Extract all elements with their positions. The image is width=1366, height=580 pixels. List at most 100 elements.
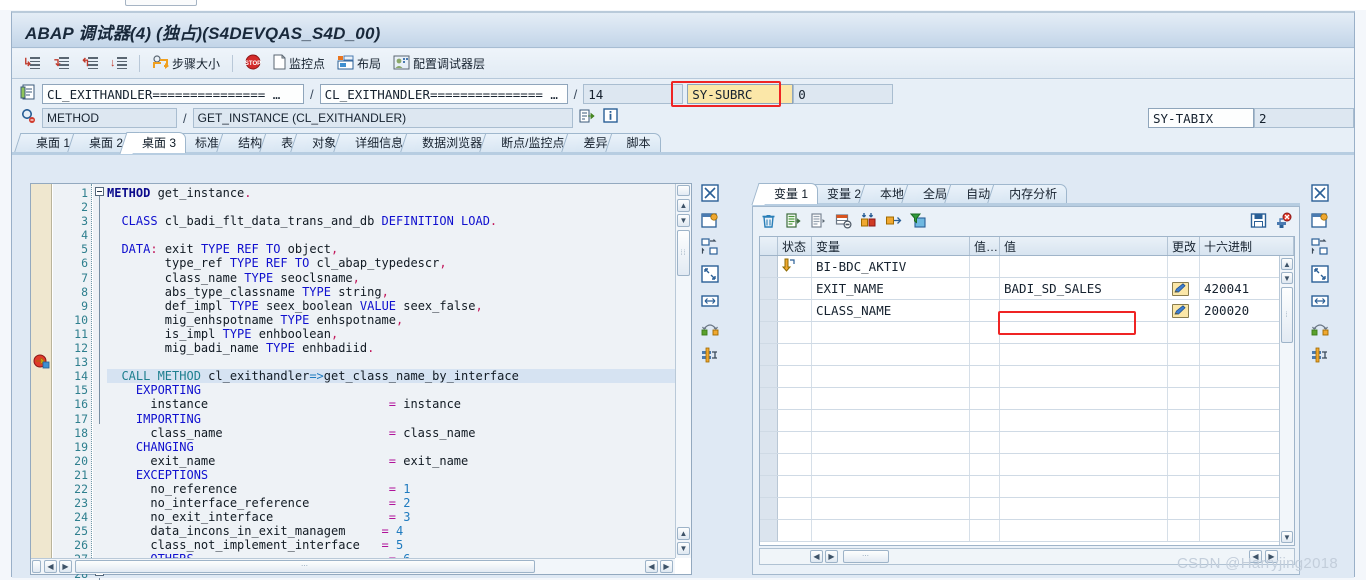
code-scroll-up-button-2[interactable]: ▲ <box>677 527 690 540</box>
code-vertical-scrollbar[interactable]: ▲ ▼ ⁞⁞ ▲ ▼ <box>675 184 691 558</box>
edit-icon[interactable] <box>1172 281 1189 296</box>
step-size-button[interactable]: 步骤大小 <box>147 52 225 76</box>
cell-name[interactable] <box>812 366 970 387</box>
sy-tabix-label-field[interactable]: SY-TABIX <box>1148 108 1254 128</box>
services-icon[interactable] <box>700 318 720 338</box>
code-vsb-thumb[interactable]: ⁞⁞ <box>677 230 690 276</box>
column-header-value[interactable]: 值 <box>1000 237 1168 255</box>
cell-valcol[interactable] <box>970 344 1000 365</box>
code-vsb-top-box[interactable] <box>677 185 690 196</box>
variables-grid-rows[interactable]: BI-BDC_AKTIV EXIT_NAME BADI_SD_SALES 420041… <box>760 256 1294 542</box>
code-fold-column[interactable] <box>93 184 107 580</box>
fold-box-method[interactable] <box>95 187 104 196</box>
cell-status[interactable] <box>778 278 812 299</box>
cell-value[interactable] <box>1000 476 1168 497</box>
code-scroll-right-button[interactable]: ▶ <box>59 560 72 573</box>
cell-change[interactable] <box>1168 388 1200 409</box>
resize-width-icon[interactable] <box>700 291 720 311</box>
cell-value[interactable] <box>1000 520 1168 541</box>
cell-change[interactable] <box>1168 300 1200 321</box>
reset-icon[interactable] <box>1274 211 1293 230</box>
code-line[interactable]: def_impl TYPE seex_boolean VALUE seex_fa… <box>107 299 675 313</box>
cell-name[interactable] <box>812 476 970 497</box>
column-header-hex[interactable]: 十六进制 <box>1200 237 1294 255</box>
table-row[interactable] <box>760 454 1294 476</box>
cell-change[interactable] <box>1168 278 1200 299</box>
continue-button[interactable]: ↓ <box>105 52 132 76</box>
cell-status[interactable] <box>778 498 812 519</box>
cell-name[interactable] <box>812 520 970 541</box>
cell-change[interactable] <box>1168 256 1200 277</box>
cell-mark[interactable] <box>760 454 778 475</box>
cell-status[interactable] <box>778 388 812 409</box>
cell-change[interactable] <box>1168 498 1200 519</box>
append-row-icon[interactable] <box>809 211 828 230</box>
variables-scroll-up-button[interactable]: ▲ <box>1281 258 1293 270</box>
table-row[interactable] <box>760 410 1294 432</box>
table-row[interactable]: CLASS_NAME 200020 <box>760 300 1294 322</box>
column-header-change[interactable]: 更改 <box>1168 237 1200 255</box>
include-program-field[interactable]: CL_EXITHANDLER=============== … <box>319 84 568 104</box>
fullscreen-icon[interactable] <box>700 264 720 284</box>
variables-scroll-left-button[interactable]: ◀ <box>810 550 823 563</box>
code-line[interactable]: CHANGING <box>107 440 675 454</box>
column-header-status[interactable]: 状态 <box>778 237 812 255</box>
event-type-field[interactable]: METHOD <box>42 108 177 128</box>
code-scroll-right-button-2[interactable]: ▶ <box>660 560 673 573</box>
event-name-field[interactable]: GET_INSTANCE (CL_EXITHANDLER) <box>192 108 573 128</box>
code-line[interactable]: METHOD get_instance. <box>107 186 675 200</box>
breakpoint-marker-icon[interactable] <box>33 354 50 369</box>
table-row[interactable] <box>760 388 1294 410</box>
code-line[interactable]: no_interface_reference = 2 <box>107 496 675 510</box>
cell-name[interactable]: CLASS_NAME <box>812 300 970 321</box>
cell-status[interactable] <box>778 476 812 497</box>
cell-name[interactable] <box>812 454 970 475</box>
cell-value[interactable]: BADI_SD_SALES <box>1000 278 1168 299</box>
settings-tool-icon[interactable] <box>1310 345 1330 365</box>
column-header-valcol[interactable]: 值… <box>970 237 1000 255</box>
insert-row-icon[interactable] <box>784 211 803 230</box>
cell-mark[interactable] <box>760 344 778 365</box>
cell-change[interactable] <box>1168 410 1200 431</box>
breakpoint-gutter[interactable] <box>31 184 52 574</box>
cell-mark[interactable] <box>760 410 778 431</box>
cell-name[interactable] <box>812 388 970 409</box>
code-text-area[interactable]: METHOD get_instance. CLASS cl_badi_flt_d… <box>107 184 675 558</box>
table-row[interactable] <box>760 366 1294 388</box>
cell-status[interactable] <box>778 454 812 475</box>
cell-name[interactable] <box>812 322 970 343</box>
code-hsb-corner-box[interactable] <box>32 560 41 573</box>
desktop-tab-11[interactable]: 脚本 <box>612 133 661 153</box>
services-icon[interactable] <box>1310 318 1330 338</box>
code-line[interactable] <box>107 228 675 242</box>
code-hsb-thumb[interactable]: ⋯ <box>75 560 535 573</box>
cell-name[interactable] <box>812 344 970 365</box>
code-line[interactable]: instance = instance <box>107 397 675 411</box>
cell-status[interactable] <box>778 256 812 277</box>
cell-mark[interactable] <box>760 300 778 321</box>
cell-mark[interactable] <box>760 476 778 497</box>
save-icon[interactable] <box>1249 211 1268 230</box>
cell-status[interactable] <box>778 322 812 343</box>
swap-panels-icon[interactable] <box>700 237 720 257</box>
cell-value[interactable] <box>1000 322 1168 343</box>
watchpoint-button[interactable]: 监控点 <box>268 52 330 76</box>
code-line[interactable]: EXCEPTIONS <box>107 468 675 482</box>
code-scroll-down-button-2[interactable]: ▼ <box>677 542 690 555</box>
code-line[interactable] <box>107 200 675 214</box>
variables-scroll-right-button[interactable]: ▶ <box>825 550 838 563</box>
code-line[interactable]: mig_badi_name TYPE enhbadiid. <box>107 341 675 355</box>
code-line[interactable]: type_ref TYPE REF TO cl_abap_typedescr, <box>107 256 675 270</box>
column-header-name[interactable]: 变量 <box>812 237 970 255</box>
cell-mark[interactable] <box>760 520 778 541</box>
table-row[interactable] <box>760 476 1294 498</box>
table-row[interactable]: BI-BDC_AKTIV <box>760 256 1294 278</box>
table-row[interactable] <box>760 322 1294 344</box>
table-row[interactable]: EXIT_NAME BADI_SD_SALES 420041 <box>760 278 1294 300</box>
edit-icon[interactable] <box>1172 303 1189 318</box>
cell-value[interactable] <box>1000 388 1168 409</box>
cell-valcol[interactable] <box>970 520 1000 541</box>
code-line[interactable]: IMPORTING <box>107 412 675 426</box>
cell-change[interactable] <box>1168 366 1200 387</box>
cell-value[interactable] <box>1000 366 1168 387</box>
